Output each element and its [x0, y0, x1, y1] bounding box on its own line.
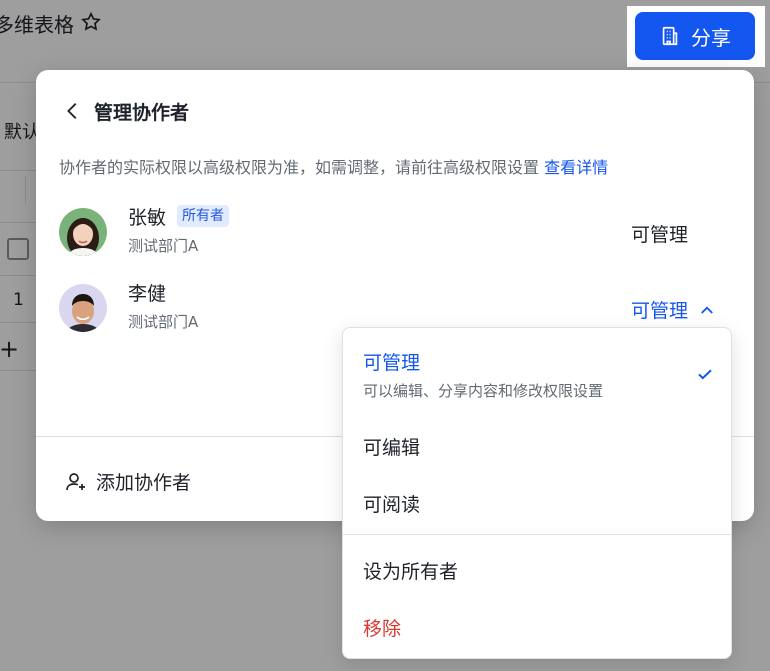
add-collaborator-button[interactable]: 添加协作者 [64, 468, 191, 495]
avatar [59, 208, 107, 256]
menu-item-set-owner[interactable]: 设为所有者 [343, 542, 731, 598]
add-user-icon [66, 472, 85, 490]
divider [343, 534, 731, 535]
panel-header: 管理协作者 [62, 96, 189, 126]
menu-item-description: 可以编辑、分享内容和修改权限设置 [363, 382, 604, 400]
view-details-link[interactable]: 查看详情 [544, 158, 608, 177]
menu-item-label: 可阅读 [363, 494, 421, 516]
menu-item-label: 可管理 [363, 352, 421, 374]
member-permission: 可管理 [631, 224, 689, 246]
menu-item-label: 设为所有者 [363, 561, 459, 583]
permission-dropdown-label: 可管理 [631, 300, 689, 322]
check-icon [698, 369, 712, 380]
permission-dropdown[interactable]: 可管理 [631, 296, 716, 323]
notice-text: 协作者的实际权限以高级权限为准，如需调整，请前往高级权限设置 [59, 158, 540, 177]
menu-item-manage[interactable]: 可管理 可以编辑、分享内容和修改权限设置 [343, 328, 731, 414]
add-collaborator-label: 添加协作者 [96, 472, 192, 494]
menu-item-edit[interactable]: 可编辑 [343, 418, 731, 474]
permission-menu: 可管理 可以编辑、分享内容和修改权限设置 可编辑 可阅读 设为所有者 移除 [342, 327, 732, 659]
menu-item-remove[interactable]: 移除 [343, 600, 731, 656]
owner-badge: 所有者 [177, 205, 229, 227]
collaborator-row: 张敏 所有者 测试部门A 可管理 [36, 200, 754, 280]
chevron-up-icon [701, 305, 713, 314]
back-icon[interactable] [62, 100, 84, 122]
building-icon [662, 26, 678, 46]
share-button-label: 分享 [691, 25, 731, 50]
menu-item-label: 可编辑 [363, 437, 421, 459]
share-button[interactable]: 分享 [635, 12, 755, 60]
menu-item-read[interactable]: 可阅读 [343, 476, 731, 532]
member-name: 张敏 [128, 207, 167, 229]
panel-title: 管理协作者 [94, 101, 190, 124]
member-department: 测试部门A [128, 237, 199, 255]
member-department: 测试部门A [128, 313, 199, 331]
avatar [59, 284, 107, 332]
permission-notice: 协作者的实际权限以高级权限为准，如需调整，请前往高级权限设置 查看详情 [59, 154, 608, 178]
menu-item-label: 移除 [363, 618, 402, 640]
member-name: 李健 [128, 283, 167, 305]
